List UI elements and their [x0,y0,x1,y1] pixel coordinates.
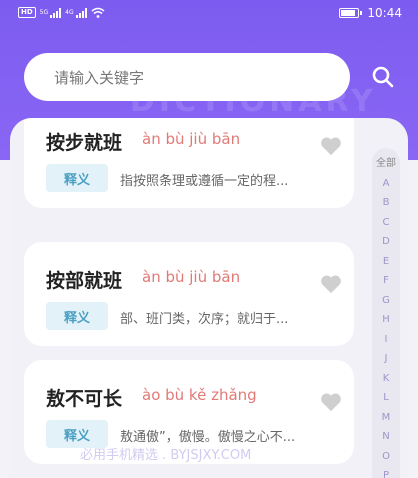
index-item[interactable]: G [382,291,390,311]
network-label-2: 4G [65,9,74,16]
index-item[interactable]: B [383,193,390,213]
network-label-1: 5G [39,9,49,16]
index-item[interactable]: J [385,349,388,369]
result-word: 按步就班 [46,132,123,154]
signal-icon [50,7,62,18]
index-item[interactable]: D [382,232,390,252]
result-card[interactable]: 按步就班 àn bù jiù bān 释义 指按照条理或遵循一定的程... [24,118,354,208]
result-meaning: 部、班门类，次序；就归于... [120,312,289,327]
result-word: 敖不可长 [46,388,123,410]
result-pinyin: àn bù jiù bān [142,130,241,148]
index-item[interactable]: K [383,369,390,389]
hd-badge: HD [18,7,36,18]
favorite-heart-icon[interactable] [320,136,342,156]
signal-icon-2 [75,7,87,18]
result-meaning: 敖通傲”，傲慢。傲慢之心不... [120,430,296,445]
battery-icon [339,8,363,18]
index-item[interactable]: P [383,466,389,478]
index-item[interactable]: A [383,174,390,194]
index-item[interactable]: N [382,427,389,447]
favorite-heart-icon[interactable] [320,392,342,412]
index-item[interactable]: H [382,310,390,330]
status-left: HD 5G 4G [18,7,105,18]
status-time: 10:44 [367,6,402,20]
status-right: 10:44 [339,6,402,20]
result-meaning: 指按照条理或遵循一定的程... [120,174,289,189]
index-item[interactable]: M [382,408,391,428]
alphabet-index-bar[interactable]: 全部 A B C D E F G H I J K L M N O P [372,148,400,478]
search-icon[interactable] [372,66,394,88]
favorite-heart-icon[interactable] [320,274,342,294]
index-item[interactable]: O [382,447,390,467]
result-card[interactable]: 按部就班 àn bù jiù bān 释义 部、班门类，次序；就归于... [24,242,354,346]
index-item[interactable]: L [383,388,389,408]
result-pinyin: àn bù jiù bān [142,268,241,286]
definition-tag: 释义 [46,164,108,192]
status-bar: HD 5G 4G 10:44 [0,0,418,28]
index-item[interactable]: E [383,252,389,272]
index-item[interactable]: C [383,213,390,233]
search-input[interactable]: 请输入关键字 [24,53,350,101]
wifi-icon [91,7,105,18]
result-pinyin: ào bù kě zhǎng [142,386,257,404]
index-item-all[interactable]: 全部 [376,154,396,174]
definition-tag: 释义 [46,302,108,330]
results-panel: 按步就班 àn bù jiù bān 释义 指按照条理或遵循一定的程... 按部… [10,118,408,478]
index-item[interactable]: F [383,271,389,291]
result-word: 按部就班 [46,270,123,292]
index-item[interactable]: I [385,330,388,350]
footer-watermark: 必用手机精选 . BYJSJXY.COM [80,448,252,463]
